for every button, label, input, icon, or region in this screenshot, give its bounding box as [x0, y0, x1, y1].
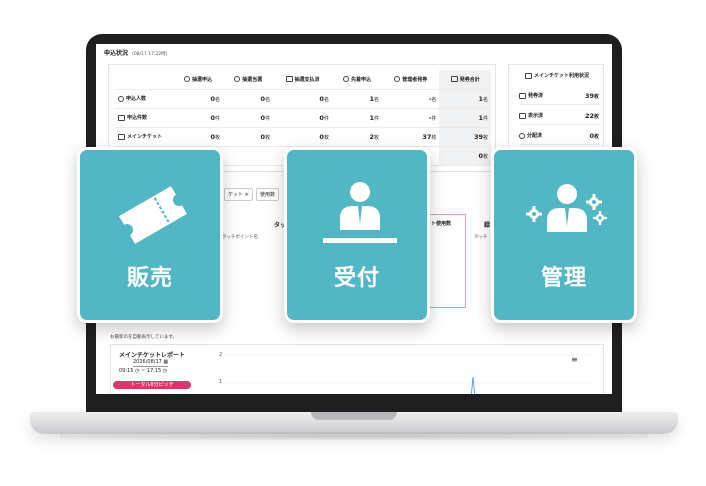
row-label: 申込件数 [115, 108, 173, 128]
chart-menu-icon[interactable]: ≡ [571, 355, 578, 364]
column-header: 抽選当選 [223, 70, 274, 90]
laptop-notch [311, 412, 397, 420]
list-icon [118, 114, 125, 121]
usage-row-displayed: 表示済 22枚 [519, 107, 599, 125]
table-cell-total: 1件 [439, 108, 491, 128]
table-cell: 1名 [331, 89, 383, 109]
ticket-filter-select[interactable]: ケット ≑ [224, 188, 253, 201]
table-cell: 2枚 [331, 127, 383, 147]
report-series-line [471, 376, 475, 394]
bar-chart-icon [450, 76, 458, 83]
column-header-total: 発券合計 [439, 70, 491, 90]
table-cell: 0件 [223, 108, 274, 128]
tile-sales[interactable]: 販売 [77, 147, 223, 323]
table-row: メインチケット 0枚 0枚 0枚 2枚 37枚 39枚 [115, 127, 491, 147]
column-header: 抽選申込 [173, 70, 224, 90]
row-label: 申込人数 [115, 89, 173, 109]
y-axis-tick: 1 [219, 379, 223, 385]
display-icon [519, 112, 526, 119]
table-cell-total: 39枚 [439, 127, 491, 147]
column-header: 先着申込 [331, 70, 383, 90]
person-icon [184, 76, 191, 83]
tile-sales-label: 販売 [126, 266, 173, 291]
report-chart [225, 354, 595, 394]
table-cell: 0名 [223, 89, 274, 109]
column-header: 管理者発券 [382, 70, 440, 90]
table-cell: 0枚 [173, 127, 224, 147]
reception-person-icon [323, 182, 397, 243]
trophy-icon [234, 76, 241, 83]
clock-icon: ◷ [162, 368, 168, 374]
admin-gears-icon [526, 184, 607, 232]
row-label: メインチケット [115, 127, 173, 147]
usage-row-distributed: 分配済 0枚 [519, 127, 599, 145]
table-row: 申込人数 0名 0名 0名 1名 -名 1名 [115, 89, 491, 109]
table-cell: 0名 [173, 89, 224, 109]
admin-icon [394, 76, 401, 83]
auto-display-note: お最新のを自動表示しています。 [110, 335, 177, 340]
table-cell [223, 146, 274, 166]
table-cell: 1件 [331, 108, 383, 128]
page-title-text: 申込状況 [104, 50, 129, 57]
table-cell-total: 0枚 [439, 146, 491, 166]
card-icon [285, 76, 293, 83]
ticket-icon [119, 186, 187, 244]
page-timestamp: (08/17 17:22時) [132, 52, 168, 57]
touchpoint-column-label: タッチポイント名 [222, 235, 258, 240]
tile-admin[interactable]: 管理 [491, 147, 637, 323]
ticket-usage-title: メインチケット利用状況 [509, 72, 605, 79]
table-header-blank [115, 70, 173, 90]
runner-icon [342, 76, 349, 83]
right-panel-label: タッチ [474, 235, 488, 240]
right-panel-title: 録 [484, 222, 491, 229]
column-header: 抽選支払済 [273, 70, 332, 90]
report-date-field[interactable]: 2026/08/17 ▦ [133, 359, 169, 367]
usage-row-issued: 発券済 39枚 [519, 87, 599, 105]
table-cell: 0枚 [273, 127, 332, 147]
tile-reception-label: 受付 [333, 266, 380, 291]
table-cell: 37枚 [382, 127, 440, 147]
person-icon [118, 95, 124, 102]
y-axis-tick: 2 [219, 352, 223, 358]
ticket-small-icon [519, 92, 526, 99]
laptop-shadow [60, 432, 648, 440]
share-icon [519, 132, 525, 139]
clock-icon: ◷ [135, 368, 140, 374]
tile-admin-label: 管理 [540, 266, 587, 291]
table-cell: 0件 [173, 108, 224, 128]
page-title: 申込状況 (08/17 17:22時) [104, 48, 168, 57]
total-pitch-button[interactable]: トータル8分ピッチ [113, 381, 191, 389]
report-time-range[interactable]: 09:15 ◷ ~ 17:15 ◷ [119, 368, 167, 374]
table-row: 申込件数 0件 0件 0件 1件 -件 1件 [115, 108, 491, 128]
table-cell: -名 [382, 89, 440, 109]
usage-filter-button[interactable]: 使用数 [256, 188, 280, 201]
ticket-small-icon [524, 72, 532, 79]
table-cell: 0名 [273, 89, 332, 109]
main-ticket-report-panel: メインチケットレポート 2026/08/17 ▦ 09:15 ◷ ~ 17:15… [110, 344, 604, 394]
table-cell-total: 1名 [439, 89, 491, 109]
tile-reception[interactable]: 受付 [284, 147, 430, 323]
ticket-small-icon [118, 133, 125, 140]
table-cell: -件 [382, 108, 440, 128]
calendar-icon[interactable]: ▦ [163, 359, 168, 365]
table-header-row: 抽選申込 抽選当選 抽選支払済 先着申込 管理者発券 発券合計 [115, 70, 491, 90]
table-cell: 0件 [273, 108, 332, 128]
table-cell: 0枚 [223, 127, 274, 147]
report-title: メインチケットレポート [119, 352, 186, 359]
